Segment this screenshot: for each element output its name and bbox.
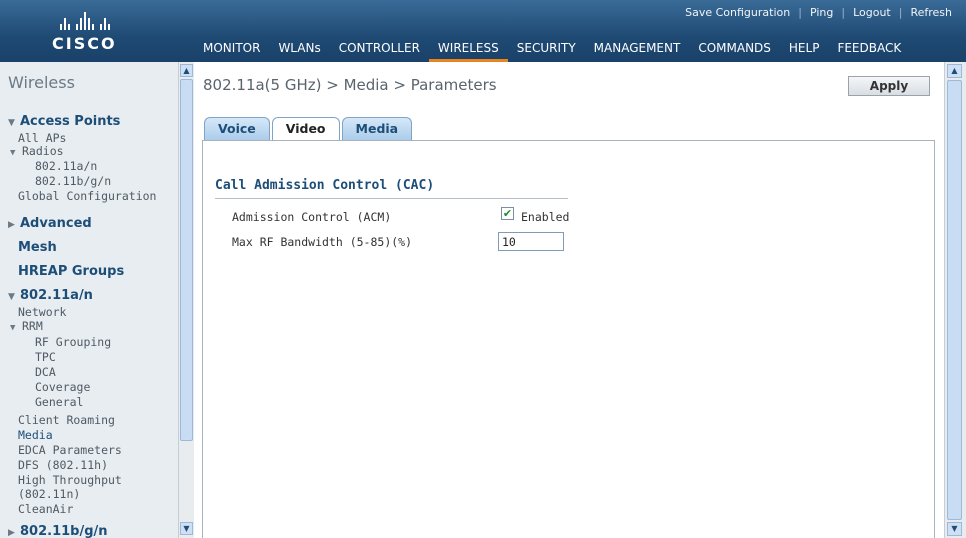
top-links: Save Configuration | Ping | Logout | Ref… bbox=[685, 6, 952, 19]
expanded-triangle-icon: ▼ bbox=[10, 323, 16, 333]
brand-name: CISCO bbox=[52, 34, 117, 53]
enabled-label: Enabled bbox=[521, 210, 570, 224]
sidebar-item-advanced[interactable]: ▶ Advanced bbox=[8, 216, 178, 231]
tab-panel: Call Admission Control (CAC) Admission C… bbox=[202, 140, 935, 538]
scroll-up-arrow-icon[interactable]: ▲ bbox=[947, 64, 962, 78]
collapsed-triangle-icon: ▶ bbox=[8, 220, 15, 230]
nav-controller[interactable]: CONTROLLER bbox=[330, 38, 429, 62]
sidebar-item-radio-80211an[interactable]: 802.11a/n bbox=[35, 159, 178, 173]
sidebar-item-radios[interactable]: ▼ Radios bbox=[10, 144, 178, 158]
nav-help[interactable]: HELP bbox=[780, 38, 829, 62]
sidebar-item-access-points[interactable]: ▼ Access Points bbox=[8, 114, 178, 129]
sidebar-item-dca[interactable]: DCA bbox=[35, 365, 178, 379]
collapsed-triangle-icon: ▶ bbox=[8, 528, 15, 538]
sidebar-item-high-throughput-80211n[interactable]: (802.11n) bbox=[18, 487, 178, 501]
scroll-down-arrow-icon[interactable]: ▼ bbox=[180, 522, 193, 535]
sidebar-item-radio-80211bgn[interactable]: 802.11b/g/n bbox=[35, 174, 178, 188]
nav-wireless[interactable]: WIRELESS bbox=[428, 38, 508, 62]
nav-feedback[interactable]: FEEDBACK bbox=[828, 38, 910, 62]
sidebar-item-80211an[interactable]: ▼ 802.11a/n bbox=[8, 288, 178, 303]
logout-link[interactable]: Logout bbox=[853, 6, 891, 19]
sidebar-item-general[interactable]: General bbox=[35, 395, 178, 409]
main-scrollbar[interactable]: ▲ ▼ bbox=[944, 62, 966, 538]
scroll-up-arrow-icon[interactable]: ▲ bbox=[180, 64, 193, 77]
save-configuration-link[interactable]: Save Configuration bbox=[685, 6, 790, 19]
apply-button[interactable]: Apply bbox=[848, 76, 930, 96]
tab-video[interactable]: Video bbox=[271, 117, 340, 142]
refresh-link[interactable]: Refresh bbox=[910, 6, 952, 19]
main-content: 802.11a(5 GHz) > Media > Parameters Appl… bbox=[194, 62, 944, 538]
sidebar-item-client-roaming[interactable]: Client Roaming bbox=[18, 413, 178, 427]
sidebar-item-high-throughput[interactable]: High Throughput bbox=[18, 473, 178, 487]
main-nav: MONITOR WLANs CONTROLLER WIRELESS SECURI… bbox=[194, 38, 910, 62]
sidebar-item-edca-parameters[interactable]: EDCA Parameters bbox=[18, 443, 178, 457]
checkmark-icon: ✔ bbox=[502, 207, 513, 220]
sidebar-title: Wireless bbox=[8, 73, 75, 92]
sidebar-item-hreap-groups[interactable]: HREAP Groups bbox=[18, 264, 178, 279]
ping-link[interactable]: Ping bbox=[810, 6, 833, 19]
section-divider bbox=[215, 198, 568, 199]
nav-monitor[interactable]: MONITOR bbox=[194, 38, 269, 62]
expanded-triangle-icon: ▼ bbox=[8, 118, 15, 128]
admission-control-checkbox[interactable]: ✔ bbox=[501, 207, 514, 220]
nav-management[interactable]: MANAGEMENT bbox=[585, 38, 690, 62]
sidebar-item-all-aps[interactable]: All APs bbox=[18, 131, 178, 145]
max-rf-bandwidth-label: Max RF Bandwidth (5-85)(%) bbox=[232, 235, 413, 249]
sidebar-item-80211bgn[interactable]: ▶ 802.11b/g/n bbox=[8, 524, 178, 538]
sidebar-item-coverage[interactable]: Coverage bbox=[35, 380, 178, 394]
nav-commands[interactable]: COMMANDS bbox=[689, 38, 780, 62]
expanded-triangle-icon: ▼ bbox=[10, 148, 16, 158]
sidebar-item-tpc[interactable]: TPC bbox=[35, 350, 178, 364]
sidebar-item-global-configuration[interactable]: Global Configuration bbox=[18, 189, 178, 203]
section-title: Call Admission Control (CAC) bbox=[215, 178, 435, 193]
sidebar-item-network[interactable]: Network bbox=[18, 305, 178, 319]
max-rf-bandwidth-input[interactable] bbox=[498, 232, 564, 251]
sidebar-scrollbar[interactable]: ▲ ▼ bbox=[178, 62, 194, 538]
sidebar-item-mesh[interactable]: Mesh bbox=[18, 240, 178, 255]
cisco-bars-icon bbox=[60, 12, 142, 30]
sidebar-item-rrm[interactable]: ▼ RRM bbox=[10, 319, 178, 333]
top-header: CISCO Save Configuration | Ping | Logout… bbox=[0, 0, 966, 62]
sidebar: Wireless ▼ Access Points All APs ▼ Radios … bbox=[0, 62, 178, 538]
expanded-triangle-icon: ▼ bbox=[8, 292, 15, 302]
sidebar-scroll-thumb[interactable] bbox=[180, 79, 193, 441]
sidebar-item-dfs[interactable]: DFS (802.11h) bbox=[18, 458, 178, 472]
sidebar-item-cleanair[interactable]: CleanAir bbox=[18, 502, 178, 516]
nav-wlans[interactable]: WLANs bbox=[269, 38, 329, 62]
tab-bar: Voice Video Media bbox=[204, 117, 413, 142]
tab-media[interactable]: Media bbox=[341, 117, 413, 141]
nav-security[interactable]: SECURITY bbox=[508, 38, 585, 62]
cisco-logo: CISCO bbox=[52, 12, 142, 53]
sidebar-item-media[interactable]: Media bbox=[18, 428, 178, 442]
admission-control-label: Admission Control (ACM) bbox=[232, 210, 392, 224]
scroll-down-arrow-icon[interactable]: ▼ bbox=[947, 522, 962, 536]
main-scroll-thumb[interactable] bbox=[947, 80, 962, 520]
sidebar-item-rf-grouping[interactable]: RF Grouping bbox=[35, 335, 178, 349]
page-title: 802.11a(5 GHz) > Media > Parameters bbox=[203, 76, 497, 94]
tab-voice[interactable]: Voice bbox=[204, 117, 270, 141]
